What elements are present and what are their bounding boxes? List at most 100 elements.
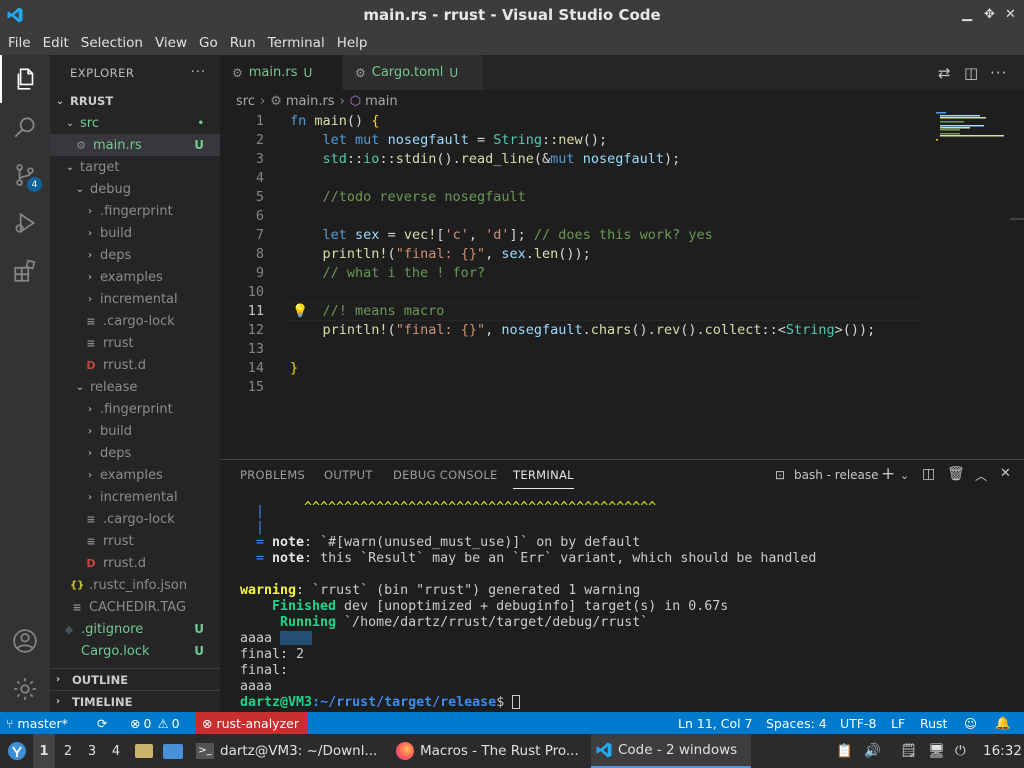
code-line: let mut nosegfault = String::new(); (322, 132, 608, 148)
tree-folder[interactable]: › incremental (50, 486, 220, 508)
tree-folder[interactable]: › examples (50, 266, 220, 288)
tree-folder-src[interactable]: ⌄ src • (50, 112, 220, 134)
manage-activity[interactable] (0, 665, 50, 713)
workspace-4[interactable]: 4 (105, 734, 127, 768)
task-firefox[interactable]: Macros - The Rust Pro... (392, 734, 588, 768)
tree-file-main-rs[interactable]: ⚙ main.rs U (50, 134, 220, 156)
explorer-activity[interactable] (0, 55, 50, 103)
untracked-badge: U (303, 65, 313, 80)
workspace-3[interactable]: 3 (81, 734, 103, 768)
menu-go[interactable]: Go (193, 35, 224, 51)
maximize-icon[interactable]: ✥ (984, 7, 995, 22)
tree-folder-target[interactable]: ⌄ target (50, 156, 220, 178)
volume-icon[interactable]: 🔊 (864, 734, 881, 768)
breadcrumb-file[interactable]: main.rs (286, 94, 335, 109)
workspace-1[interactable]: 1 (33, 734, 55, 768)
tree-root[interactable]: ⌄ RRUST (50, 90, 220, 112)
tree-folder[interactable]: › incremental (50, 288, 220, 310)
run-debug-activity[interactable] (0, 199, 50, 247)
notifications-icon[interactable]: 🔔 (995, 712, 1011, 734)
tab-output[interactable]: OUTPUT (324, 468, 373, 482)
tree-folder[interactable]: › build (50, 222, 220, 244)
split-editor-icon[interactable]: ◫ (964, 64, 978, 82)
menu-view[interactable]: View (149, 35, 193, 51)
remote-indicator[interactable]: ⑂ master* (6, 712, 68, 734)
code-line: let sex = vec!['c', 'd']; // does this w… (322, 227, 713, 243)
rust-analyzer-status[interactable]: ⊗ rust-analyzer (196, 712, 307, 734)
code-editor[interactable]: 1 2 3 4 5 6 7 8 9 10 11 12 13 14 15 💡 fn… (220, 112, 1024, 458)
tree-file[interactable]: ≡ rrust (50, 332, 220, 354)
feedback-icon[interactable]: ☺ (964, 712, 977, 734)
extensions-activity[interactable] (0, 247, 50, 295)
show-desktop-launcher[interactable] (163, 734, 183, 768)
tree-folder[interactable]: › deps (50, 244, 220, 266)
open-changes-icon[interactable]: ⇄ (938, 64, 951, 82)
menu-help[interactable]: Help (331, 35, 374, 51)
menu-terminal[interactable]: Terminal (262, 35, 331, 51)
tree-folder-debug[interactable]: ⌄ debug (50, 178, 220, 200)
tree-file[interactable]: ≡ rrust (50, 530, 220, 552)
tree-folder[interactable]: › examples (50, 464, 220, 486)
outline-section[interactable]: › OUTLINE (50, 668, 220, 690)
source-control-activity[interactable]: 4 (0, 151, 50, 199)
cursor-position[interactable]: Ln 11, Col 7 (678, 712, 753, 734)
tree-file[interactable]: ≡ .cargo-lock (50, 508, 220, 530)
close-panel-icon[interactable]: ✕ (1000, 466, 1011, 481)
task-terminal[interactable]: >_ dartz@VM3: ~/Downl... (192, 734, 388, 768)
tree-folder[interactable]: › .fingerprint (50, 200, 220, 222)
minimize-icon[interactable]: ▁ (962, 7, 972, 22)
breadcrumb-symbol[interactable]: main (365, 94, 397, 109)
menu-selection[interactable]: Selection (75, 35, 149, 51)
trash-icon[interactable]: 🗑 (947, 466, 965, 482)
menu-run[interactable]: Run (224, 35, 262, 51)
end-of-line[interactable]: LF (891, 712, 905, 734)
tree-file[interactable]: D rrust.d (50, 552, 220, 574)
clipboard-tray-icon[interactable]: 📋 (836, 734, 853, 768)
more-actions-icon[interactable]: ··· (191, 65, 206, 80)
minimap[interactable] (934, 112, 1010, 152)
language-mode[interactable]: Rust (920, 712, 947, 734)
tree-folder[interactable]: › .fingerprint (50, 398, 220, 420)
power-tray-icon[interactable]: ⏻ (955, 734, 966, 768)
start-menu-icon[interactable] (6, 734, 28, 768)
menu-file[interactable]: File (2, 35, 37, 51)
tab-problems[interactable]: PROBLEMS (240, 468, 305, 482)
problems-indicator[interactable]: ⊗ 0 ⚠ 0 (130, 712, 180, 734)
search-activity[interactable] (0, 103, 50, 151)
tree-label: .rustc_info.json (89, 577, 188, 593)
tree-file[interactable]: ≡ .cargo-lock (50, 310, 220, 332)
breadcrumb-folder[interactable]: src (236, 94, 255, 109)
encoding[interactable]: UTF-8 (840, 712, 876, 734)
tree-file[interactable]: D rrust.d (50, 354, 220, 376)
file-manager-launcher[interactable] (135, 734, 153, 768)
tree-file-cargo-lock[interactable]: Cargo.lock U (50, 640, 220, 662)
chevron-down-icon[interactable]: ⌄ (900, 469, 909, 482)
tree-file[interactable]: ≡ CACHEDIR.TAG (50, 596, 220, 618)
tree-file[interactable]: {} .rustc_info.json (50, 574, 220, 596)
tab-cargo-toml[interactable]: ⚙ Cargo.toml U (343, 55, 483, 90)
accounts-activity[interactable] (0, 617, 50, 665)
terminal-cursor[interactable] (512, 695, 521, 709)
tab-debug-console[interactable]: DEBUG CONSOLE (393, 468, 498, 482)
indentation[interactable]: Spaces: 4 (766, 712, 827, 734)
maximize-panel-icon[interactable]: ︿ (975, 467, 987, 484)
menu-edit[interactable]: Edit (37, 35, 75, 51)
tab-main-rs[interactable]: ⚙ main.rs U (220, 55, 342, 90)
notes-tray-icon[interactable]: 🗒 (900, 734, 917, 768)
close-icon[interactable]: ✕ (1005, 7, 1016, 22)
tree-folder[interactable]: › build (50, 420, 220, 442)
sync-icon[interactable]: ⟳ (97, 712, 107, 734)
timeline-section[interactable]: › TIMELINE (50, 690, 220, 712)
workspace-2[interactable]: 2 (57, 734, 79, 768)
display-tray-icon[interactable]: 🖥 (928, 734, 945, 768)
new-terminal-icon[interactable]: + (881, 464, 895, 484)
tree-file-gitignore[interactable]: ◆ .gitignore U (50, 618, 220, 640)
terminal-selector[interactable]: bash - release (794, 468, 879, 482)
tree-folder[interactable]: › deps (50, 442, 220, 464)
tab-terminal[interactable]: TERMINAL (513, 468, 574, 489)
more-actions-icon[interactable]: ··· (990, 64, 1007, 82)
tree-folder-release[interactable]: ⌄ release (50, 376, 220, 398)
task-vscode[interactable]: Code - 2 windows (591, 734, 751, 768)
editor-scrollbar[interactable] (1010, 218, 1024, 220)
split-terminal-icon[interactable]: ◫ (922, 466, 935, 482)
